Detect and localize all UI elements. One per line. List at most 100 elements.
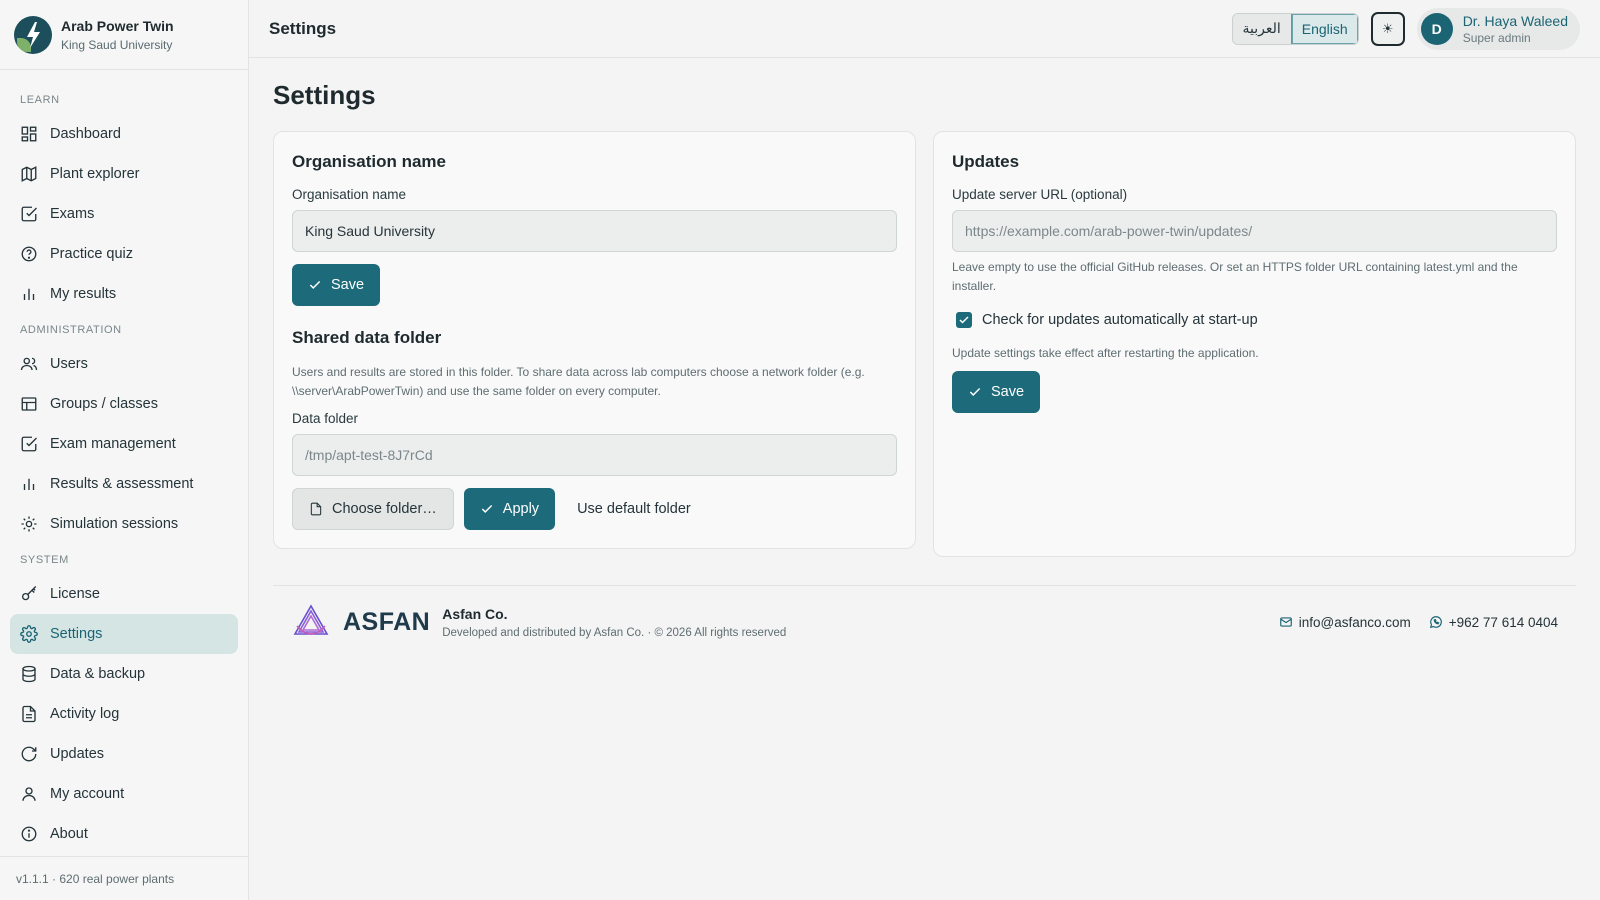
help-circle-icon (21, 246, 37, 262)
sidebar-item-data-backup[interactable]: Data & backup (10, 654, 238, 694)
asfan-logo: ASFAN (291, 602, 430, 642)
version-info: v1.1.1 · 620 real power plants (0, 856, 248, 900)
sun-icon: ☀ (1381, 20, 1394, 36)
data-folder-input[interactable]: /tmp/apt-test-8J7rCd (292, 434, 897, 476)
sidebar-item-label: License (50, 586, 100, 602)
sidebar-item-label: Practice quiz (50, 246, 134, 262)
auto-update-label: Check for updates automatically at start… (982, 312, 1258, 328)
whatsapp-icon (1429, 616, 1442, 629)
save-updates-button[interactable]: Save (952, 371, 1041, 413)
nav-section-system: SYSTEM (20, 554, 69, 566)
sidebar-item-label: Dashboard (50, 126, 121, 142)
sidebar-item-label: Updates (50, 746, 105, 762)
users-icon (20, 357, 38, 371)
sidebar-item-my-results[interactable]: My results (10, 274, 238, 314)
topbar-title: Settings (269, 18, 337, 38)
use-default-folder-button[interactable]: Use default folder (565, 488, 703, 530)
footer-phone: +962 77 614 0404 (1448, 614, 1558, 630)
check-icon (309, 280, 321, 289)
sidebar-item-label: Simulation sessions (50, 516, 179, 532)
map-icon (21, 166, 37, 182)
main-content: Settings Organisation name Organisation … (249, 58, 1600, 642)
sidebar-item-updates[interactable]: Updates (10, 734, 238, 774)
save-organisation-button[interactable]: Save (292, 264, 381, 306)
app-logo (14, 15, 52, 54)
footer-phone-link[interactable]: +962 77 614 0404 (1429, 615, 1558, 630)
lang-english-button[interactable]: English (1290, 13, 1358, 44)
update-url-label: Update server URL (optional) (952, 187, 1128, 202)
check-icon (969, 387, 981, 396)
refresh-icon (21, 746, 37, 762)
database-icon (22, 665, 36, 683)
sidebar-item-label: Settings (50, 626, 103, 642)
organisation-subtitle: King Saud University (61, 37, 173, 52)
sidebar-item-plant-explorer[interactable]: Plant explorer (10, 154, 238, 194)
document-icon (22, 705, 36, 723)
choose-folder-label: Choose folder… (332, 501, 437, 517)
sun-icon (21, 516, 37, 532)
sidebar-item-label: About (50, 826, 88, 842)
sidebar-item-label: My results (50, 286, 117, 302)
footer: ASFAN Asfan Co. Developed and distribute… (273, 586, 1576, 642)
footer-copyright: Developed and distributed by Asfan Co. ·… (442, 626, 787, 639)
sidebar-nav: LEARN Dashboard Plant explorer Exams Pra… (0, 70, 248, 856)
checkbox-icon (21, 206, 37, 222)
topbar: Settings العربية English ☀ D Dr. Haya Wa… (249, 0, 1600, 58)
mail-icon (1279, 617, 1292, 627)
data-folder-label: Data folder (292, 411, 359, 426)
avatar: D (1420, 12, 1453, 45)
footer-email-link[interactable]: info@asfanco.com (1279, 615, 1411, 630)
lang-arabic-button[interactable]: العربية (1232, 13, 1291, 44)
data-folder-help: Users and results are stored in this fol… (292, 365, 865, 398)
sidebar-item-settings[interactable]: Settings (10, 614, 238, 654)
apply-folder-button[interactable]: Apply (463, 488, 556, 530)
organisation-name-label: Organisation name (292, 187, 407, 202)
sidebar-item-label: Groups / classes (50, 396, 158, 412)
sidebar: Arab Power Twin King Saud University LEA… (0, 0, 249, 900)
sidebar-item-exam-management[interactable]: Exam management (10, 424, 238, 464)
update-url-help: Leave empty to use the official GitHub r… (952, 260, 1518, 293)
sidebar-item-users[interactable]: Users (10, 344, 238, 384)
table-icon (21, 397, 37, 411)
update-restart-note: Update settings take effect after restar… (952, 346, 1259, 360)
asfan-logo-icon (293, 604, 329, 635)
sidebar-item-results-assessment[interactable]: Results & assessment (10, 464, 238, 504)
check-icon (959, 316, 969, 324)
gear-icon (20, 625, 38, 643)
footer-email: info@asfanco.com (1298, 614, 1411, 630)
auto-update-checkbox[interactable] (956, 312, 972, 328)
updates-card: Updates Update server URL (optional) htt… (933, 131, 1576, 557)
key-icon (21, 586, 37, 601)
choose-folder-button[interactable]: Choose folder… (292, 488, 454, 530)
sidebar-item-exams[interactable]: Exams (10, 194, 238, 234)
organisation-name-input[interactable]: King Saud University (292, 210, 897, 252)
app-title: Arab Power Twin (61, 17, 174, 34)
auto-update-checkbox-row[interactable]: Check for updates automatically at start… (956, 312, 1557, 328)
organisation-card: Organisation name Organisation name King… (273, 131, 916, 549)
sidebar-item-label: Activity log (50, 706, 120, 722)
user-name: Dr. Haya Waleed (1462, 12, 1568, 29)
sidebar-item-label: Plant explorer (50, 166, 140, 182)
brand: Arab Power Twin King Saud University (0, 0, 248, 70)
sidebar-item-label: Exam management (50, 436, 176, 452)
sidebar-item-practice-quiz[interactable]: Practice quiz (10, 234, 238, 274)
sidebar-item-dashboard[interactable]: Dashboard (10, 114, 238, 154)
save-updates-label: Save (991, 384, 1025, 400)
sidebar-item-my-account[interactable]: My account (10, 774, 238, 814)
theme-toggle-button[interactable]: ☀ (1370, 11, 1405, 46)
sidebar-item-activity-log[interactable]: Activity log (10, 694, 238, 734)
sidebar-item-simulation-sessions[interactable]: Simulation sessions (10, 504, 238, 544)
update-url-input[interactable]: https://example.com/arab-power-twin/upda… (952, 210, 1557, 252)
save-organisation-label: Save (331, 277, 365, 293)
sidebar-item-license[interactable]: License (10, 574, 238, 614)
file-icon (310, 502, 322, 516)
sidebar-item-groups-classes[interactable]: Groups / classes (10, 384, 238, 424)
sidebar-item-about[interactable]: About (10, 814, 238, 854)
sidebar-item-label: My account (50, 786, 125, 802)
bar-chart-icon (23, 478, 35, 490)
sidebar-item-label: Exams (50, 206, 95, 222)
sidebar-item-label: Users (50, 356, 88, 372)
apply-folder-label: Apply (502, 501, 540, 517)
user-menu[interactable]: D Dr. Haya Waleed Super admin (1416, 7, 1580, 50)
updates-heading: Updates (952, 152, 1020, 171)
